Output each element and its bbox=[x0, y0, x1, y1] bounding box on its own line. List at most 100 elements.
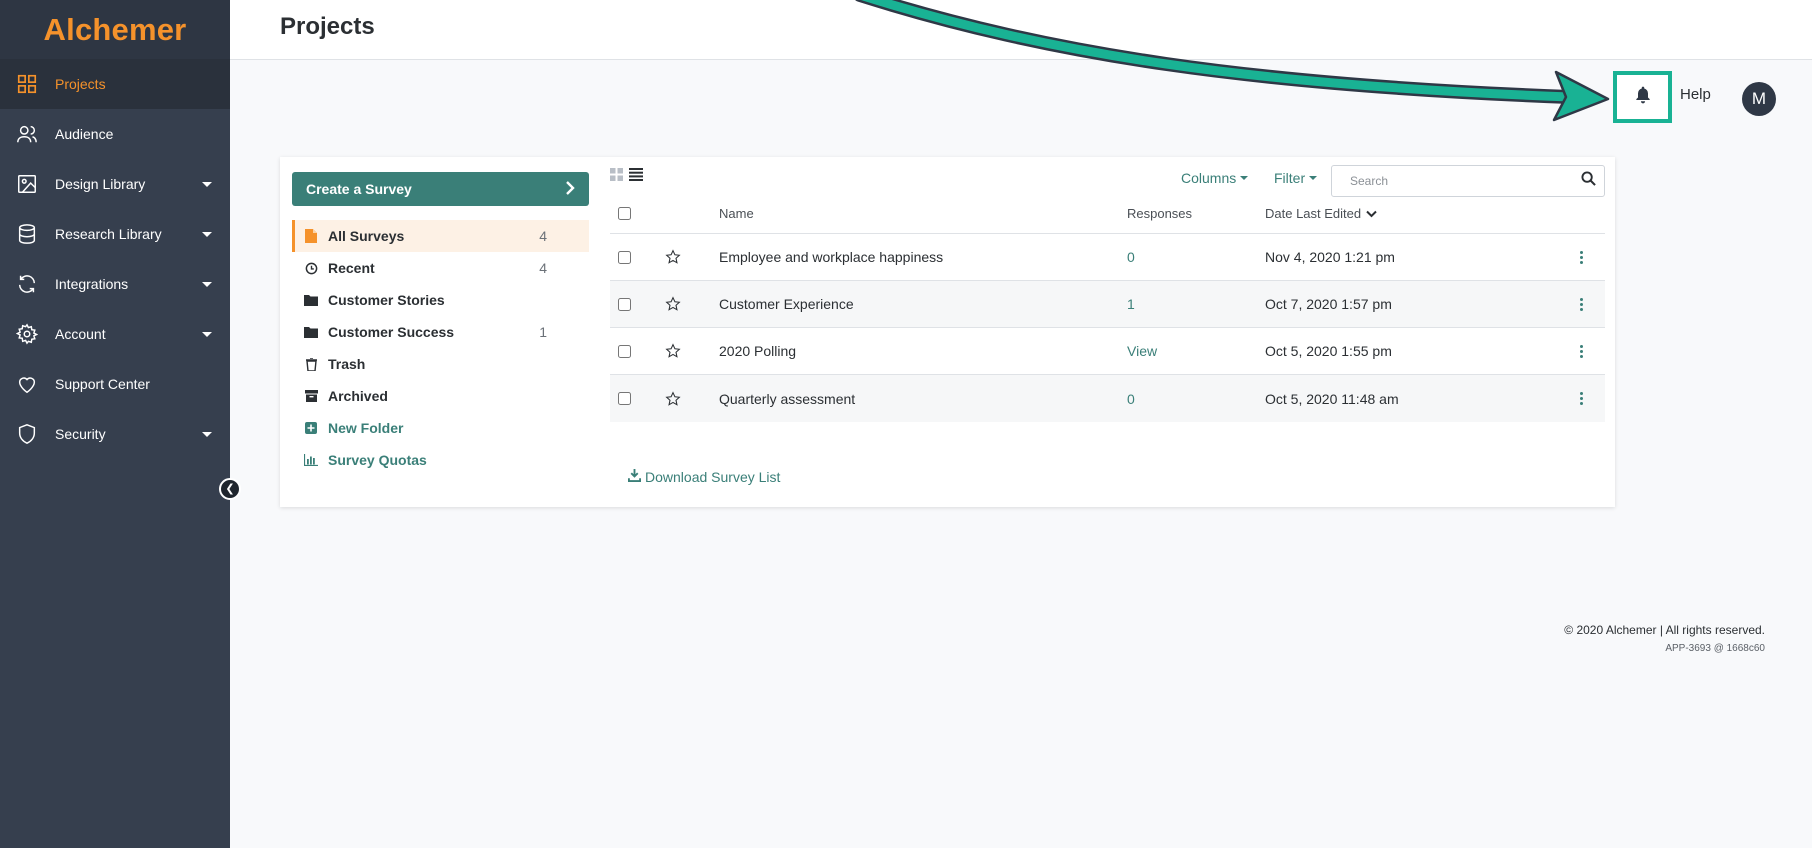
kebab-menu-icon[interactable] bbox=[1580, 297, 1583, 311]
columns-dropdown[interactable]: Columns bbox=[1181, 170, 1249, 186]
sidebar-item-design-library[interactable]: Design Library bbox=[0, 159, 230, 209]
footer-copyright: © 2020 Alchemer | All rights reserved. bbox=[1564, 623, 1765, 637]
filter-dropdown[interactable]: Filter bbox=[1274, 170, 1318, 186]
bell-icon bbox=[1633, 84, 1653, 111]
user-avatar[interactable]: M bbox=[1742, 82, 1776, 116]
column-header-responses[interactable]: Responses bbox=[1127, 206, 1265, 221]
folder-archived[interactable]: Archived bbox=[292, 380, 589, 412]
folder-icon bbox=[304, 294, 318, 306]
sidebar-item-label: Security bbox=[55, 426, 106, 442]
sidebar-item-security[interactable]: Security bbox=[0, 409, 230, 459]
table-row[interactable]: Employee and workplace happiness 0 Nov 4… bbox=[610, 234, 1605, 281]
row-checkbox[interactable] bbox=[618, 344, 631, 358]
folder-all-surveys[interactable]: All Surveys 4 bbox=[292, 220, 589, 252]
survey-quotas-link[interactable]: Survey Quotas bbox=[292, 444, 589, 476]
kebab-menu-icon[interactable] bbox=[1580, 344, 1583, 358]
select-all-checkbox[interactable] bbox=[618, 207, 631, 220]
grid-icon bbox=[15, 72, 39, 96]
file-icon bbox=[304, 229, 318, 243]
star-icon[interactable] bbox=[665, 343, 719, 359]
column-header-name[interactable]: Name bbox=[719, 206, 1127, 221]
table-row[interactable]: Quarterly assessment 0 Oct 5, 2020 11:48… bbox=[610, 375, 1605, 422]
kebab-menu-icon[interactable] bbox=[1580, 392, 1583, 405]
sidebar-item-account[interactable]: Account bbox=[0, 309, 230, 359]
survey-date: Oct 7, 2020 1:57 pm bbox=[1265, 296, 1392, 312]
download-survey-list-link[interactable]: Download Survey List bbox=[628, 469, 780, 485]
survey-responses[interactable]: View bbox=[1127, 343, 1157, 359]
search-box bbox=[1331, 165, 1605, 197]
folder-trash[interactable]: Trash bbox=[292, 348, 589, 380]
survey-date: Oct 5, 2020 1:55 pm bbox=[1265, 343, 1392, 359]
kebab-menu-icon[interactable] bbox=[1580, 250, 1583, 264]
star-icon[interactable] bbox=[665, 390, 719, 407]
survey-responses[interactable]: 1 bbox=[1127, 296, 1135, 312]
survey-responses[interactable]: 0 bbox=[1127, 391, 1135, 407]
survey-name[interactable]: Employee and workplace happiness bbox=[719, 249, 1127, 265]
folder-count: 1 bbox=[539, 324, 547, 340]
filter-label: Filter bbox=[1274, 170, 1306, 186]
star-icon[interactable] bbox=[665, 249, 719, 265]
sidebar-item-label: Audience bbox=[55, 126, 114, 142]
sidebar-item-label: Projects bbox=[55, 76, 106, 92]
alchemer-logo[interactable]: Alchemer bbox=[0, 0, 230, 59]
grid-view-icon[interactable] bbox=[610, 168, 623, 181]
row-checkbox[interactable] bbox=[618, 250, 631, 264]
table-row[interactable]: 2020 Polling View Oct 5, 2020 1:55 pm bbox=[610, 328, 1605, 375]
create-survey-label: Create a Survey bbox=[306, 181, 412, 197]
select-all-cell bbox=[610, 207, 665, 220]
avatar-initial: M bbox=[1751, 89, 1767, 108]
survey-name[interactable]: Customer Experience bbox=[719, 296, 1127, 312]
notifications-bell-button[interactable] bbox=[1613, 71, 1672, 123]
new-folder-label: New Folder bbox=[328, 420, 404, 436]
survey-name[interactable]: 2020 Polling bbox=[719, 343, 1127, 359]
survey-name[interactable]: Quarterly assessment bbox=[719, 391, 1127, 407]
folder-recent[interactable]: Recent 4 bbox=[292, 252, 589, 284]
footer-build-id: APP-3693 @ 1668c60 bbox=[1665, 643, 1765, 654]
logo-text: Alchemer bbox=[43, 11, 187, 47]
search-icon[interactable] bbox=[1581, 171, 1596, 191]
table-row[interactable]: Customer Experience 1 Oct 7, 2020 1:57 p… bbox=[610, 281, 1605, 328]
archive-icon bbox=[304, 390, 318, 402]
chevron-left-icon: ❮ bbox=[225, 482, 235, 495]
sidebar-item-label: Design Library bbox=[55, 176, 146, 192]
users-icon bbox=[15, 122, 39, 146]
sidebar-item-research-library[interactable]: Research Library bbox=[0, 209, 230, 259]
sidebar-item-label: Integrations bbox=[55, 276, 129, 292]
create-survey-button[interactable]: Create a Survey bbox=[292, 172, 589, 206]
caret-down-icon bbox=[202, 281, 212, 287]
sidebar-item-projects[interactable]: Projects bbox=[0, 59, 230, 109]
survey-date: Nov 4, 2020 1:21 pm bbox=[1265, 249, 1395, 265]
sidebar-item-support-center[interactable]: Support Center bbox=[0, 359, 230, 409]
caret-down-icon bbox=[202, 181, 212, 187]
shield-icon bbox=[15, 422, 39, 446]
column-header-date-label: Date Last Edited bbox=[1265, 206, 1362, 221]
column-header-date[interactable]: Date Last Edited bbox=[1265, 206, 1565, 221]
sidebar-item-audience[interactable]: Audience bbox=[0, 109, 230, 159]
search-input[interactable] bbox=[1350, 174, 1581, 188]
list-view-icon[interactable] bbox=[629, 168, 643, 181]
folder-customer-stories[interactable]: Customer Stories bbox=[292, 284, 589, 316]
folder-list: All Surveys 4 Recent 4 Customer Stories … bbox=[292, 220, 589, 476]
trash-icon bbox=[304, 357, 318, 371]
survey-date: Oct 5, 2020 11:48 am bbox=[1265, 390, 1399, 407]
collapse-sidebar-button[interactable]: ❮ bbox=[219, 478, 241, 500]
folder-label: All Surveys bbox=[328, 228, 405, 244]
download-label: Download Survey List bbox=[645, 469, 781, 485]
folder-customer-success[interactable]: Customer Success 1 bbox=[292, 316, 589, 348]
help-link[interactable]: Help bbox=[1680, 86, 1711, 103]
caret-down-icon bbox=[202, 331, 212, 337]
sidebar-item-integrations[interactable]: Integrations bbox=[0, 259, 230, 309]
row-checkbox[interactable] bbox=[618, 392, 631, 405]
sidebar-item-label: Support Center bbox=[55, 376, 150, 392]
star-icon[interactable] bbox=[665, 296, 719, 312]
row-checkbox[interactable] bbox=[618, 297, 631, 311]
survey-responses[interactable]: 0 bbox=[1127, 249, 1135, 265]
caret-down-icon bbox=[1240, 176, 1249, 180]
new-folder-button[interactable]: New Folder bbox=[292, 412, 589, 444]
chevron-down-icon bbox=[1366, 206, 1377, 221]
columns-label: Columns bbox=[1181, 170, 1237, 186]
sidebar-item-label: Research Library bbox=[55, 226, 162, 242]
folder-count: 4 bbox=[539, 260, 547, 276]
top-header: Projects bbox=[230, 0, 1812, 60]
download-icon bbox=[628, 469, 641, 485]
